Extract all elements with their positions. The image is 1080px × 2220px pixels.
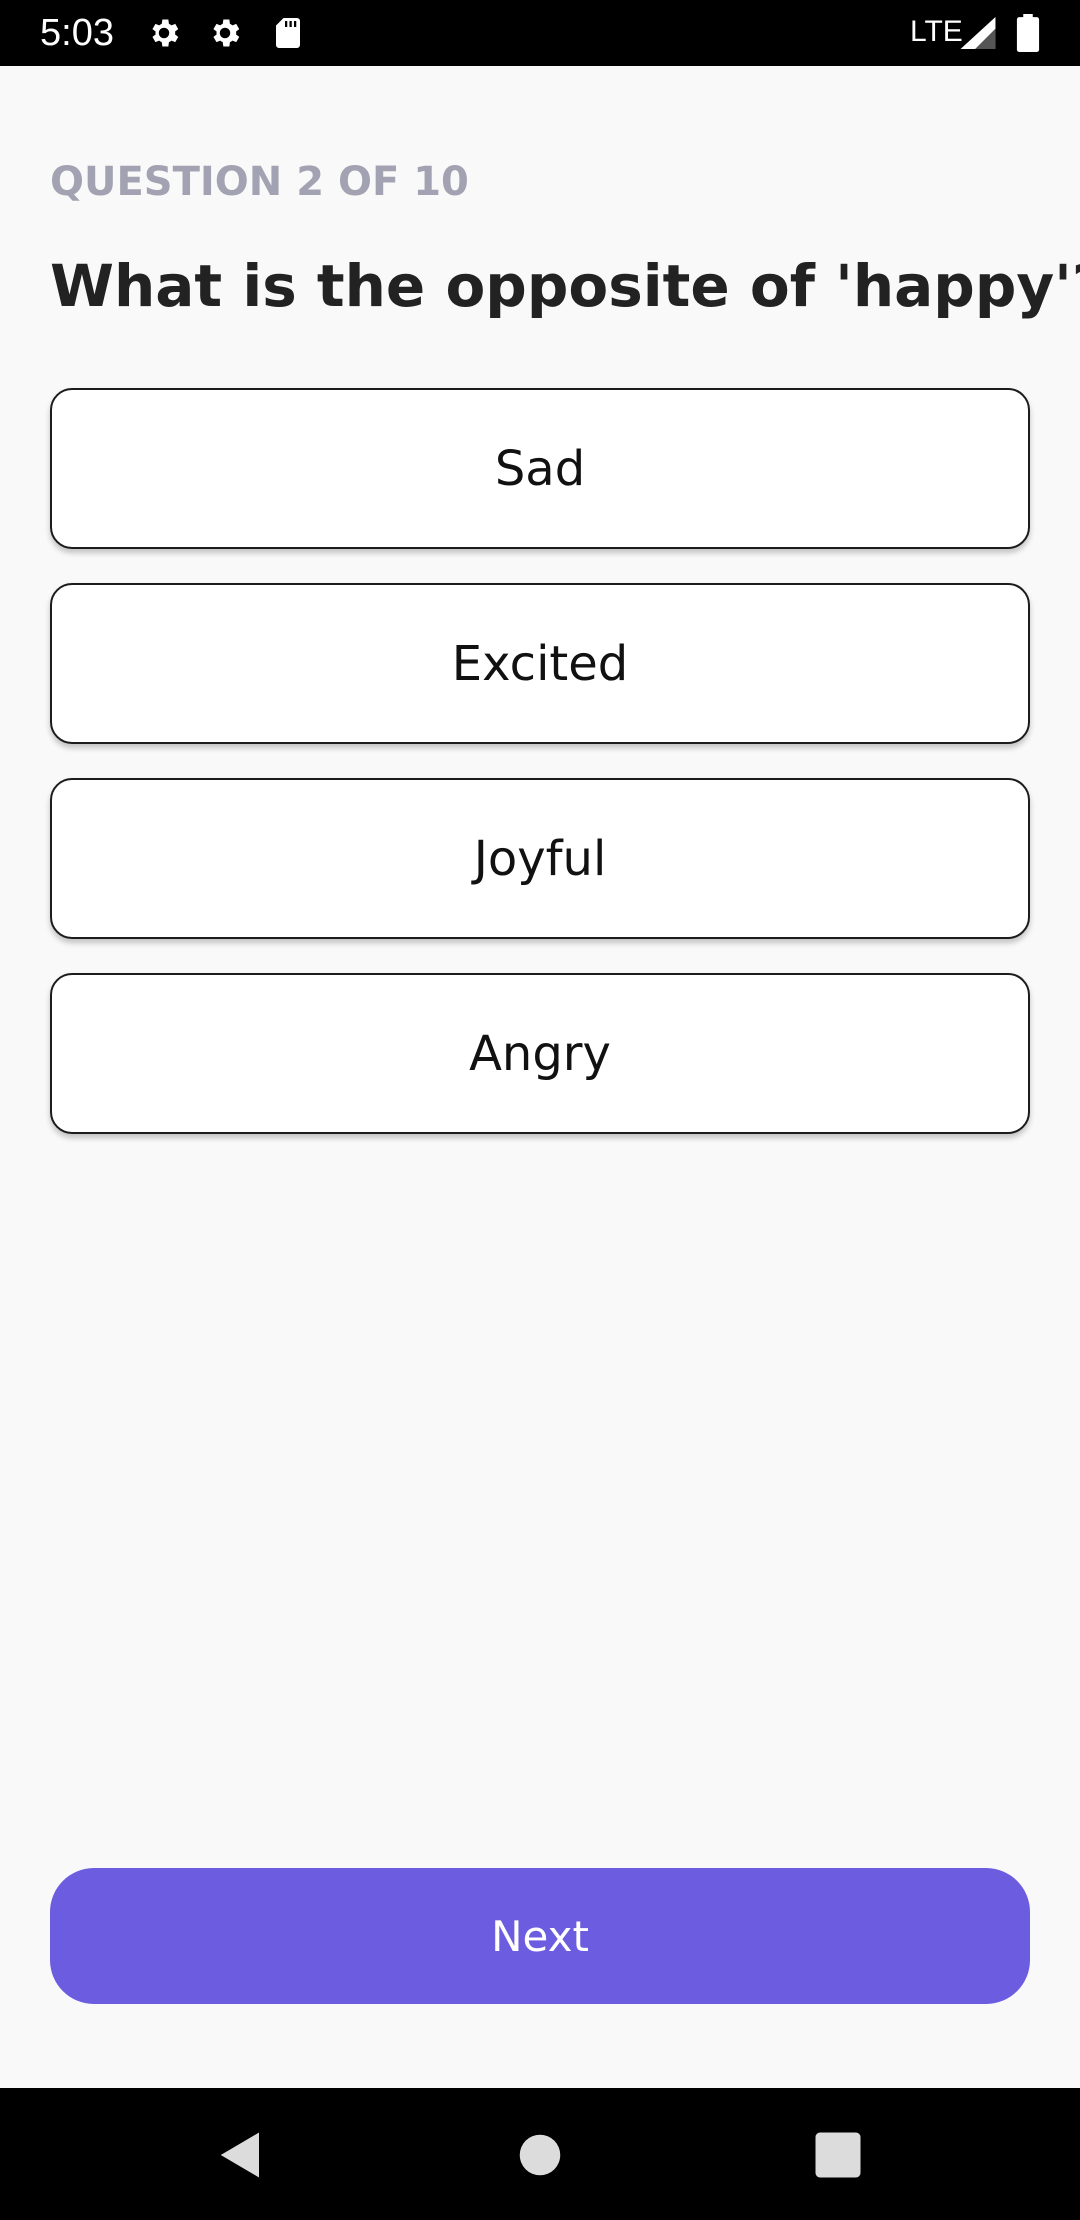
question-progress: QUESTION 2 OF 10 <box>50 159 469 205</box>
answer-options: Sad Excited Joyful Angry <box>50 388 1030 1168</box>
battery-icon <box>1016 14 1040 52</box>
answer-option-joyful[interactable]: Joyful <box>50 778 1030 939</box>
recents-icon[interactable] <box>811 2128 865 2182</box>
next-button-label: Next <box>491 1911 589 1961</box>
signal-icon <box>960 17 996 49</box>
status-time: 5:03 <box>40 12 114 54</box>
back-icon[interactable] <box>214 2128 268 2182</box>
next-button[interactable]: Next <box>50 1868 1030 2004</box>
settings-icon <box>207 15 243 51</box>
status-bar: 5:03 LTE <box>0 0 1080 66</box>
answer-option-excited[interactable]: Excited <box>50 583 1030 744</box>
home-icon[interactable] <box>513 2128 567 2182</box>
answer-option-label: Angry <box>469 1025 611 1082</box>
sd-card-icon <box>270 15 306 51</box>
question-text: What is the opposite of 'happy'? <box>50 252 1080 320</box>
answer-option-sad[interactable]: Sad <box>50 388 1030 549</box>
answer-option-label: Sad <box>494 440 586 497</box>
answer-option-label: Joyful <box>473 830 607 887</box>
answer-option-label: Excited <box>451 635 629 692</box>
network-type-label: LTE <box>910 15 963 48</box>
settings-icon <box>146 15 182 51</box>
navigation-bar <box>0 2088 1080 2220</box>
answer-option-angry[interactable]: Angry <box>50 973 1030 1134</box>
